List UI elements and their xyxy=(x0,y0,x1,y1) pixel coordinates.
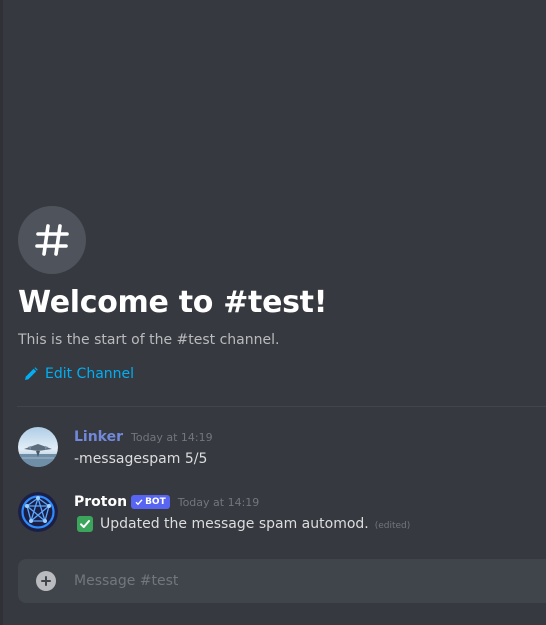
welcome-title: Welcome to #test! xyxy=(18,285,328,320)
bot-badge-label: BOT xyxy=(145,497,166,507)
hashtag-icon xyxy=(18,206,86,274)
message-input[interactable] xyxy=(74,559,534,603)
message-content: Updated the message spam automod. xyxy=(100,516,369,532)
bot-badge: BOT xyxy=(131,495,170,509)
edited-label: (edited) xyxy=(374,520,411,531)
message-item: Linker Today at 14:19 -messagespam 5/5 xyxy=(0,427,546,475)
white-check-mark-icon xyxy=(77,516,93,532)
message-timestamp: Today at 14:19 xyxy=(131,430,213,444)
divider xyxy=(17,406,546,407)
message-content: -messagespam 5/5 xyxy=(74,451,208,467)
chat-view: Welcome to #test! This is the start of t… xyxy=(0,0,546,625)
edit-channel-link[interactable]: Edit Channel xyxy=(24,364,134,384)
pencil-icon xyxy=(24,367,38,381)
welcome-subtitle: This is the start of the #test channel. xyxy=(18,332,280,348)
message-timestamp: Today at 14:19 xyxy=(177,495,260,509)
message-item: Proton BOT Today at 14:19 Updated the me… xyxy=(0,492,546,540)
verified-check-icon xyxy=(135,498,143,506)
message-composer xyxy=(18,559,546,603)
plus-circle-icon[interactable] xyxy=(36,571,56,591)
message-author[interactable]: Linker xyxy=(74,429,123,445)
bot-avatar[interactable] xyxy=(18,492,58,532)
message-author[interactable]: Proton xyxy=(74,494,127,510)
edit-channel-label: Edit Channel xyxy=(45,366,135,382)
user-avatar[interactable] xyxy=(18,427,58,467)
